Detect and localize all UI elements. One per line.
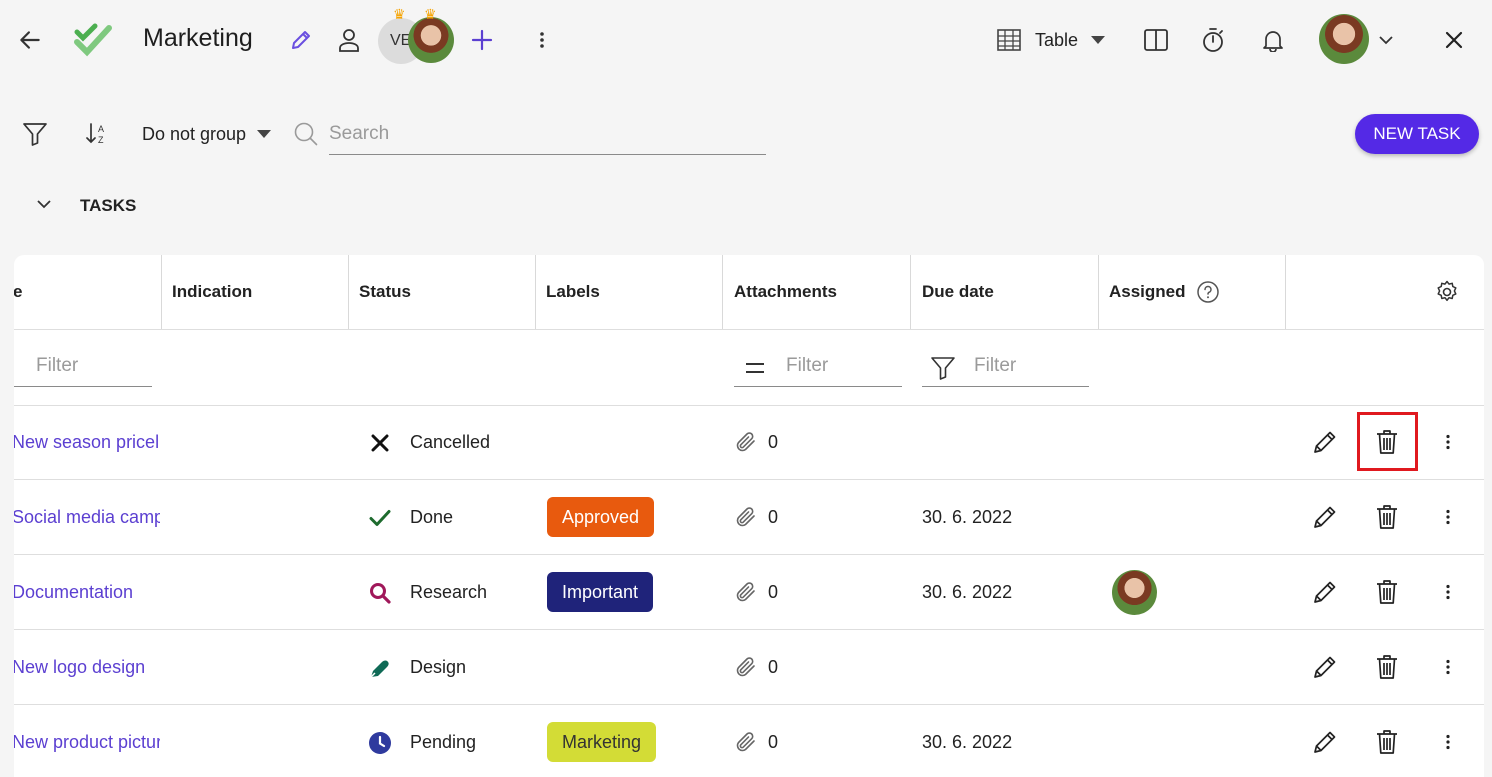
svg-text:Z: Z <box>98 135 104 145</box>
label-badge-marketing[interactable]: Marketing <box>547 722 657 762</box>
search-field[interactable] <box>329 116 766 155</box>
person-icon[interactable] <box>335 25 363 55</box>
group-chevron-down-icon[interactable] <box>254 124 274 144</box>
attachments-filter-input[interactable] <box>786 347 896 385</box>
edit-pencil-icon[interactable] <box>1310 502 1340 532</box>
timer-icon[interactable] <box>1199 25 1227 55</box>
due-date-filter[interactable] <box>922 347 1089 387</box>
attachments-filter[interactable] <box>734 347 902 387</box>
user-avatar[interactable] <box>1319 14 1369 64</box>
collapse-chevron-icon[interactable] <box>34 194 54 214</box>
edit-pencil-icon[interactable] <box>1310 652 1340 682</box>
due-date: 30. 6. 2022 <box>922 732 1013 752</box>
name-filter[interactable] <box>14 347 156 387</box>
search-icon <box>370 583 391 604</box>
new-task-button[interactable]: NEW TASK <box>1355 114 1479 154</box>
column-header-due-date[interactable]: Due date <box>911 255 1099 329</box>
split-view-icon[interactable] <box>1142 26 1170 54</box>
sort-az-icon[interactable]: AZ <box>82 119 112 149</box>
section-title: TASKS <box>80 196 137 215</box>
column-header-indication[interactable]: Indication <box>161 255 349 329</box>
due-date: 30. 6. 2022 <box>922 507 1013 527</box>
search-input[interactable] <box>329 116 766 152</box>
column-header-status[interactable]: Status <box>348 255 536 329</box>
delete-trash-icon[interactable] <box>1372 652 1402 682</box>
close-icon[interactable] <box>1440 26 1468 54</box>
table-row[interactable]: Social media campa Done Approved 0 30. 6… <box>14 480 1484 555</box>
paperclip-icon <box>736 657 755 677</box>
attachment-count: 0 <box>768 507 779 527</box>
delete-trash-icon[interactable] <box>1372 727 1402 757</box>
task-name-link[interactable]: New season pricelis <box>14 405 160 480</box>
row-more-vertical-icon[interactable] <box>1433 727 1463 757</box>
paperclip-icon <box>736 432 755 452</box>
table-view-icon[interactable] <box>995 27 1023 53</box>
table-row[interactable]: New logo design Design 0 <box>14 630 1484 705</box>
attachment-count: 0 <box>768 732 779 752</box>
help-icon[interactable] <box>1196 280 1220 304</box>
account-chevron-down-icon[interactable] <box>1376 30 1396 50</box>
bell-icon[interactable] <box>1259 25 1287 55</box>
back-arrow-icon[interactable] <box>14 24 46 56</box>
task-name-link[interactable]: New product pictur <box>14 705 160 777</box>
member-avatar[interactable] <box>408 17 454 63</box>
attachment-count: 0 <box>768 657 779 677</box>
column-header-attachments[interactable]: Attachments <box>723 255 911 329</box>
delete-trash-icon[interactable] <box>1372 577 1402 607</box>
task-name-link[interactable]: New logo design <box>14 630 160 705</box>
view-selector-label[interactable]: Table <box>1035 30 1078 51</box>
clock-icon <box>369 732 391 754</box>
more-vertical-icon[interactable] <box>530 28 554 52</box>
header-divider <box>14 329 1484 330</box>
add-member-plus-icon[interactable] <box>468 26 496 54</box>
filter-icon[interactable] <box>20 119 50 149</box>
pen-icon <box>370 660 389 678</box>
label-badge-approved[interactable]: Approved <box>547 497 655 537</box>
edit-pencil-icon[interactable] <box>1310 427 1340 457</box>
table-settings-gear-icon[interactable] <box>1433 278 1461 306</box>
chevron-down-icon[interactable] <box>1088 30 1108 50</box>
due-date-filter-input[interactable] <box>974 347 1084 385</box>
row-more-vertical-icon[interactable] <box>1433 502 1463 532</box>
table-row[interactable]: Documentation Research Important 0 30. 6… <box>14 555 1484 630</box>
column-header-labels[interactable]: Labels <box>535 255 723 329</box>
attachment-count: 0 <box>768 432 779 452</box>
edit-pencil-icon[interactable] <box>1310 577 1340 607</box>
row-more-vertical-icon[interactable] <box>1433 427 1463 457</box>
app-logo-icon <box>74 22 114 60</box>
group-by-selector[interactable]: Do not group <box>142 124 246 145</box>
column-header-name[interactable]: e <box>14 255 162 329</box>
table-row[interactable]: New season pricelis Cancelled 0 <box>14 405 1484 480</box>
assignee-avatar[interactable] <box>1112 570 1157 615</box>
column-header-assigned[interactable]: Assigned <box>1098 255 1286 329</box>
page-title: Marketing <box>143 24 253 52</box>
svg-text:A: A <box>98 124 104 134</box>
label-badge-important[interactable]: Important <box>547 572 654 612</box>
table-row[interactable]: New product pictur Pending Marketing 0 3… <box>14 705 1484 777</box>
attachment-count: 0 <box>768 582 779 602</box>
due-date: 30. 6. 2022 <box>922 582 1013 602</box>
delete-button-highlight <box>1357 412 1418 471</box>
tasks-table: e Indication Status Labels Attachments D… <box>14 255 1484 777</box>
paperclip-icon <box>736 732 755 752</box>
task-name-link[interactable]: Documentation <box>14 555 160 630</box>
name-filter-input[interactable] <box>36 347 156 385</box>
edit-pencil-icon[interactable] <box>1310 727 1340 757</box>
paperclip-icon <box>736 582 755 602</box>
crown-icon: ♛ <box>393 6 406 22</box>
paperclip-icon <box>736 507 755 527</box>
edit-title-pencil-icon[interactable] <box>287 26 315 54</box>
x-icon <box>371 434 389 452</box>
row-more-vertical-icon[interactable] <box>1433 577 1463 607</box>
search-icon <box>292 120 320 148</box>
crown-icon: ♛ <box>424 6 437 22</box>
delete-trash-icon[interactable] <box>1372 502 1402 532</box>
check-icon <box>369 510 391 526</box>
row-more-vertical-icon[interactable] <box>1433 652 1463 682</box>
task-name-link[interactable]: Social media campa <box>14 480 160 555</box>
